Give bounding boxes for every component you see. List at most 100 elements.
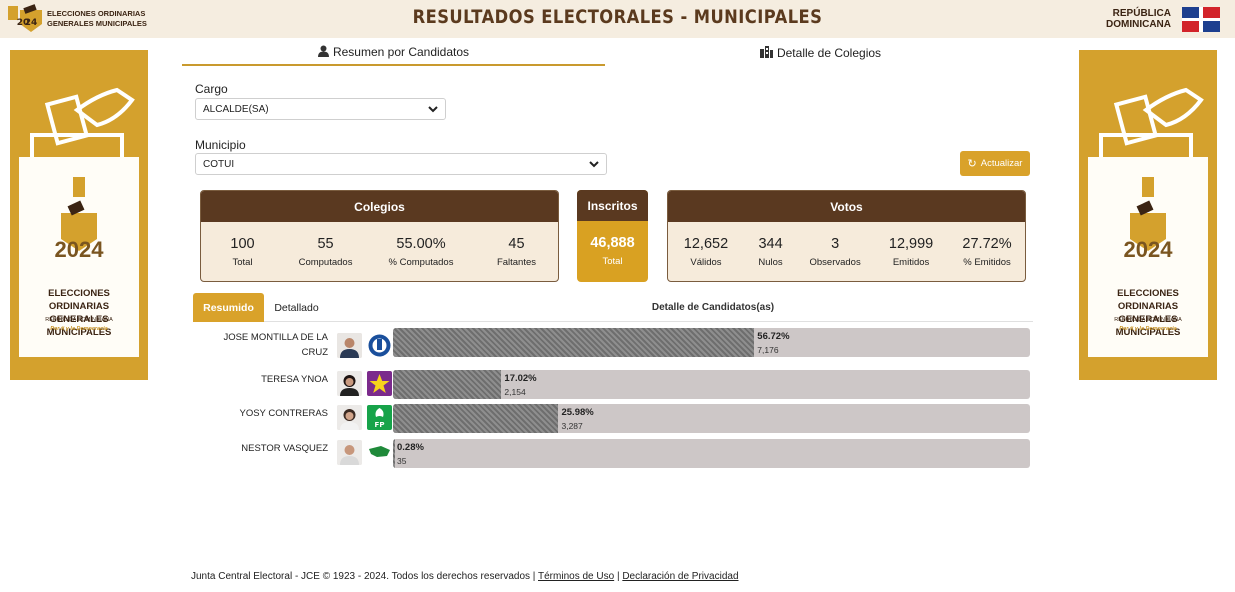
stat-value: 46,888: [590, 234, 635, 251]
inscritos-title: Inscritos: [577, 190, 648, 221]
stat-label: Faltantes: [496, 256, 537, 268]
stat-value: 100: [230, 235, 255, 252]
candidate-name: TERESA YNOA: [261, 374, 328, 385]
candidate-row: YOSY CONTRERAS FP 25.98% 3,287: [200, 404, 1035, 433]
candidate-row: JOSE MONTILLA DE LA CRUZ 56.72% 7,176: [200, 328, 1035, 359]
terms-link[interactable]: Términos de Uso: [538, 571, 614, 582]
stat-value: 55: [317, 235, 334, 252]
votos-nulos: 344 Nulos: [744, 236, 797, 268]
stat-label: % Computados: [388, 256, 454, 268]
country-name-line-2: DOMINICANA: [1106, 19, 1171, 30]
stat-label: Computados: [298, 256, 353, 268]
stat-label: Total: [602, 255, 623, 267]
candidate-photo: [337, 440, 362, 465]
candidate-name: NESTOR VASQUEZ: [241, 443, 328, 454]
candidate-name: YOSY CONTRERAS: [239, 408, 328, 419]
cargo-select[interactable]: ALCALDE(SA): [195, 98, 446, 120]
banner-slogan: Por ti y la Democracia: [50, 326, 108, 332]
colegios-faltantes: 45 Faltantes: [475, 236, 558, 268]
stat-value: 55.00%: [396, 235, 446, 252]
tab-resumido[interactable]: Resumido: [193, 293, 264, 322]
stat-value: 344: [758, 235, 783, 252]
candidate-percent: 25.98%: [561, 407, 594, 418]
party-logo-icon: FP: [367, 405, 392, 430]
banner-country: REPÚBLICA DOMINICANA: [45, 317, 113, 323]
tab-detalle-colegios[interactable]: Detalle de Colegios: [609, 40, 1032, 66]
colegios-title: Colegios: [201, 191, 558, 222]
svg-text:FP: FP: [375, 421, 385, 429]
banner-card: 2024 ELECCIONES ORDINARIAS GENERALES MUN…: [1088, 157, 1208, 357]
votos-observados: 3 Observados: [797, 236, 873, 268]
chevron-down-icon: [588, 158, 600, 173]
candidate-photo: [337, 333, 362, 358]
votos-emitidos: 12,999 Emitidos: [873, 236, 949, 268]
vote-bar: 17.02% 2,154: [393, 370, 1030, 399]
candidate-votes: 35: [397, 456, 407, 466]
candidate-votes: 7,176: [757, 345, 779, 355]
votos-title: Votos: [668, 191, 1025, 222]
stat-label: % Emitidos: [963, 256, 1011, 268]
stat-label: Nulos: [758, 256, 783, 268]
vote-bar-fill: [393, 404, 559, 433]
banner-country: REPÚBLICA DOMINICANA: [1114, 317, 1182, 323]
page-title: RESULTADOS ELECTORALES - MUNICIPALES: [412, 6, 823, 28]
header: 24 20 ELECCIONES ORDINARIAS GENERALES MU…: [0, 0, 1235, 38]
left-election-banner: 2024 ELECCIONES ORDINARIAS GENERALES MUN…: [10, 50, 148, 380]
vote-bar: 56.72% 7,176: [393, 328, 1030, 357]
votos-validos: 12,652 Válidos: [668, 236, 744, 268]
banner-year: 2024: [54, 237, 104, 262]
candidate-percent: 0.28%: [397, 442, 424, 453]
party-logo-icon: [367, 371, 392, 396]
chevron-down-icon: [427, 103, 439, 118]
stat-value: 3: [831, 235, 840, 252]
votos-pct-emitidos: 27.72% % Emitidos: [949, 236, 1025, 268]
cargo-label: Cargo: [195, 82, 228, 96]
municipio-select-value: COTUI: [203, 158, 235, 170]
footer-separator: |: [616, 571, 620, 582]
candidate-votes: 3,287: [561, 421, 583, 431]
candidate-row: NESTOR VASQUEZ 0.28% 35: [200, 439, 1035, 468]
municipio-select[interactable]: COTUI: [195, 153, 607, 175]
banner-title-line-1: ELECCIONES ORDINARIAS: [1117, 288, 1179, 312]
candidate-photo: [337, 371, 362, 396]
privacy-link[interactable]: Declaración de Privacidad: [622, 571, 738, 582]
colegios-computados: 55 Computados: [284, 236, 367, 268]
candidate-photo: [337, 405, 362, 430]
footer: Junta Central Electoral - JCE © 1923 - 2…: [191, 571, 739, 582]
stat-value: 12,652: [683, 235, 729, 252]
candidate-percent: 56.72%: [757, 331, 790, 342]
refresh-icon: ↻: [967, 158, 977, 170]
refresh-button[interactable]: ↻ Actualizar: [960, 151, 1030, 176]
candidate-name: JOSE MONTILLA DE LA CRUZ: [223, 332, 328, 358]
municipio-label: Municipio: [195, 138, 246, 152]
banner-card: 2024 ELECCIONES ORDINARIAS GENERALES MUN…: [19, 157, 139, 357]
country-name-line-1: REPÚBLICA: [1112, 8, 1171, 19]
refresh-button-label: Actualizar: [980, 158, 1023, 169]
colegios-card: Colegios 100 Total 55 Computados 55.00% …: [200, 190, 559, 282]
tab-detallado[interactable]: Detallado: [269, 293, 324, 322]
vote-bar-fill: [393, 328, 755, 357]
stat-label: Observados: [809, 256, 861, 268]
ballot-logo-icon: 24 20: [6, 4, 44, 34]
vote-bar-fill: [393, 439, 395, 468]
colegios-pct-computados: 55.00% % Computados: [367, 236, 475, 268]
main-tabs: Resumen por Candidatos Detalle de Colegi…: [182, 40, 1032, 66]
candidate-row: TERESA YNOA 17.02% 2,154: [200, 370, 1035, 399]
tab-resumen-candidatos[interactable]: Resumen por Candidatos: [182, 40, 605, 66]
tab-resumen-label: Resumen por Candidatos: [332, 45, 470, 59]
stat-value: 12,999: [888, 235, 934, 252]
colegios-total: 100 Total: [201, 236, 284, 268]
vote-bar-fill: [393, 370, 502, 399]
stat-label: Total: [232, 256, 253, 268]
dominican-flag-icon: [1182, 7, 1220, 32]
vote-bar: 25.98% 3,287: [393, 404, 1030, 433]
votos-card: Votos 12,652 Válidos 344 Nulos 3 Observa…: [667, 190, 1026, 282]
vote-bar: 0.28% 35: [393, 439, 1030, 468]
right-election-banner: 2024 ELECCIONES ORDINARIAS GENERALES MUN…: [1079, 50, 1217, 380]
building-icon: [759, 45, 773, 61]
candidate-votes: 2,154: [504, 387, 526, 397]
stat-label: Emitidos: [892, 256, 930, 268]
cargo-select-value: ALCALDE(SA): [203, 103, 269, 115]
footer-copyright: Junta Central Electoral - JCE © 1923 - 2…: [191, 571, 536, 582]
stat-value: 27.72%: [962, 235, 1012, 252]
